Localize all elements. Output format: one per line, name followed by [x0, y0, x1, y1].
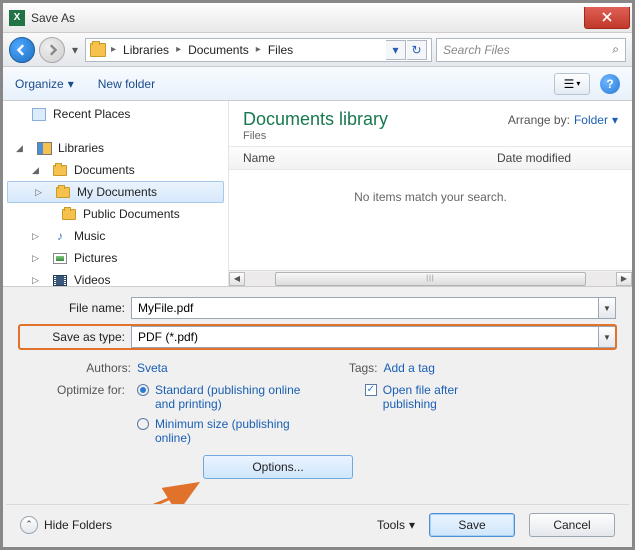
folder-icon: [90, 43, 106, 57]
nav-bar: ▾ ▸ Libraries ▸ Documents ▸ Files ▾ ↻ Se…: [3, 33, 632, 67]
radio-minimum[interactable]: Minimum size (publishing online): [137, 417, 325, 445]
h-scrollbar[interactable]: ◀ ||| ▶: [229, 270, 632, 286]
excel-icon: X: [9, 10, 25, 26]
chevron-right-icon: ▸: [173, 44, 184, 55]
history-dropdown[interactable]: ▾: [69, 43, 81, 57]
chevron-down-icon: ▾: [409, 518, 415, 532]
collapse-icon[interactable]: ◢: [31, 166, 40, 175]
pictures-icon: [53, 253, 67, 264]
scroll-left[interactable]: ◀: [229, 272, 245, 286]
checkbox-icon: ✓: [365, 384, 377, 396]
breadcrumb-item[interactable]: Documents: [186, 43, 251, 57]
folder-icon: [62, 209, 76, 220]
content-pane: Documents library Files Arrange by: Fold…: [229, 101, 632, 286]
sidebar-item-music[interactable]: ▷Music: [3, 225, 228, 247]
close-button[interactable]: [584, 7, 630, 29]
help-button[interactable]: ?: [600, 74, 620, 94]
library-title: Documents library: [243, 109, 388, 130]
options-button[interactable]: Options...: [203, 455, 353, 479]
breadcrumb-dropdown[interactable]: ▾: [386, 40, 406, 60]
chevron-down-icon: ▾: [68, 77, 74, 91]
footer: ⌃ Hide Folders Tools▾ Save Cancel: [6, 504, 629, 544]
main-pane: Recent Places ◢Libraries ◢Documents ▷My …: [3, 101, 632, 287]
chevron-down-icon: ▾: [612, 113, 618, 127]
search-icon: ⌕: [612, 42, 619, 57]
breadcrumb[interactable]: ▸ Libraries ▸ Documents ▸ Files ▾ ↻: [85, 38, 432, 62]
column-headers[interactable]: Name Date modified: [229, 146, 632, 170]
search-placeholder: Search Files: [443, 43, 510, 57]
chevron-right-icon: ▸: [253, 44, 264, 55]
back-button[interactable]: [9, 37, 35, 63]
hide-folders-button[interactable]: ⌃ Hide Folders: [20, 516, 112, 534]
saveastype-dropdown[interactable]: ▼: [598, 326, 616, 348]
sidebar-item-documents[interactable]: ◢Documents: [3, 159, 228, 181]
folder-icon: [56, 187, 70, 198]
view-button[interactable]: ☰▾: [554, 73, 590, 95]
expand-icon[interactable]: ▷: [31, 232, 40, 241]
folder-icon: [53, 165, 67, 176]
tags-label: Tags:: [318, 361, 378, 375]
sidebar-item-mydocuments[interactable]: ▷My Documents: [7, 181, 224, 203]
save-button[interactable]: Save: [429, 513, 515, 537]
collapse-icon[interactable]: ◢: [15, 144, 24, 153]
radio-icon: [137, 384, 149, 396]
checkbox-open-after[interactable]: ✓Open file after publishing: [365, 383, 616, 411]
arrange-by[interactable]: Arrange by: Folder ▾: [508, 113, 618, 127]
breadcrumb-item[interactable]: Libraries: [121, 43, 171, 57]
saveastype-input[interactable]: PDF (*.pdf): [131, 326, 598, 348]
filename-input[interactable]: MyFile.pdf: [131, 297, 598, 319]
tags-value[interactable]: Add a tag: [384, 361, 435, 375]
sidebar-item-libraries[interactable]: ◢Libraries: [3, 137, 228, 159]
radio-icon: [137, 418, 149, 430]
expand-icon[interactable]: ▷: [31, 254, 40, 263]
chevron-right-icon: ▸: [108, 44, 119, 55]
tools-dropdown[interactable]: Tools▾: [377, 518, 415, 532]
column-date[interactable]: Date modified: [497, 151, 571, 165]
search-input[interactable]: Search Files ⌕: [436, 38, 626, 62]
optimize-label: Optimize for:: [19, 383, 131, 397]
sidebar-item-recent[interactable]: Recent Places: [3, 103, 228, 125]
music-icon: [57, 229, 63, 243]
saveastype-label: Save as type:: [19, 330, 131, 344]
chevron-up-icon: ⌃: [20, 516, 38, 534]
library-subtitle: Files: [243, 130, 388, 142]
refresh-button[interactable]: ↻: [407, 40, 427, 60]
sidebar-item-pictures[interactable]: ▷Pictures: [3, 247, 228, 269]
list-icon: ☰: [564, 77, 575, 91]
filename-label: File name:: [19, 301, 131, 315]
column-name[interactable]: Name: [243, 151, 497, 165]
chevron-down-icon: ▾: [576, 79, 580, 88]
libraries-icon: [37, 142, 52, 155]
expand-icon[interactable]: ▷: [31, 276, 40, 285]
toolbar: Organize▾ New folder ☰▾ ?: [3, 67, 632, 101]
breadcrumb-item[interactable]: Files: [266, 43, 295, 57]
recent-icon: [32, 108, 46, 121]
sidebar-item-videos[interactable]: ▷Videos: [3, 269, 228, 286]
radio-standard[interactable]: Standard (publishing online and printing…: [137, 383, 325, 411]
sidebar: Recent Places ◢Libraries ◢Documents ▷My …: [3, 101, 229, 286]
cancel-button[interactable]: Cancel: [529, 513, 615, 537]
form-area: File name: MyFile.pdf ▼ Save as type: PD…: [3, 287, 632, 485]
videos-icon: [53, 275, 67, 286]
scroll-right[interactable]: ▶: [616, 272, 632, 286]
new-folder-button[interactable]: New folder: [98, 77, 155, 91]
titlebar: X Save As: [3, 3, 632, 33]
forward-button[interactable]: [39, 37, 65, 63]
sidebar-item-publicdocs[interactable]: Public Documents: [3, 203, 228, 225]
scroll-thumb[interactable]: |||: [275, 272, 586, 286]
window-title: Save As: [31, 11, 75, 25]
authors-value[interactable]: Sveta: [137, 361, 168, 375]
empty-message: No items match your search.: [229, 170, 632, 270]
expand-icon[interactable]: ▷: [34, 188, 43, 197]
authors-label: Authors:: [19, 361, 131, 375]
filename-dropdown[interactable]: ▼: [598, 297, 616, 319]
organize-button[interactable]: Organize▾: [15, 77, 74, 91]
